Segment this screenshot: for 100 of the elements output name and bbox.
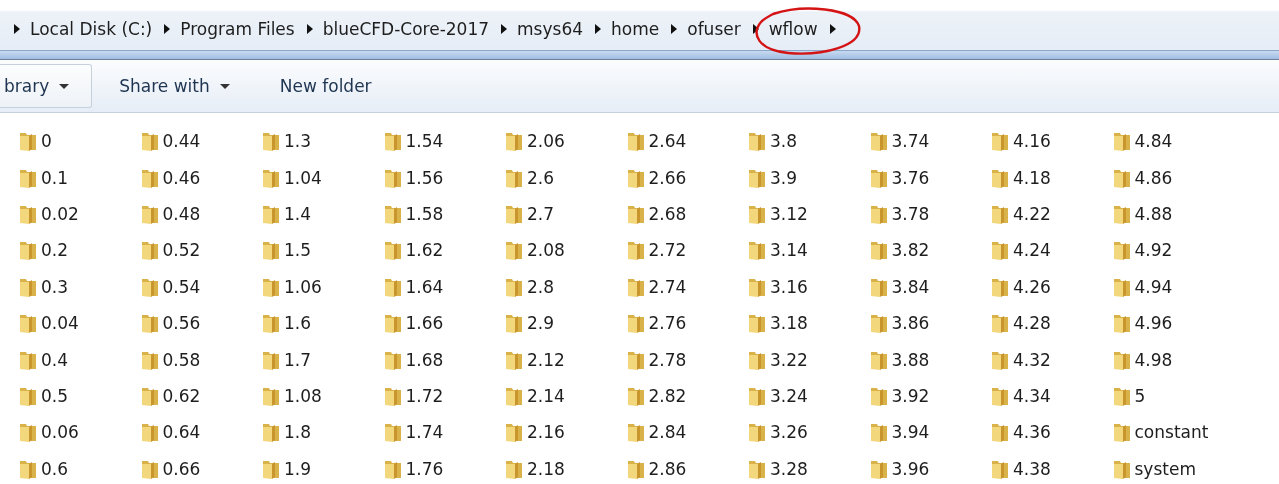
folder-icon[interactable] [990, 421, 1010, 444]
folder-name[interactable]: 4.36 [1013, 422, 1051, 443]
folder-icon[interactable] [868, 130, 889, 153]
folder-name[interactable]: 0.58 [162, 349, 201, 370]
folder-name[interactable]: 3.88 [891, 349, 930, 370]
folder-icon[interactable] [18, 239, 38, 262]
folder-name[interactable]: 2.84 [648, 422, 687, 443]
folder-name[interactable]: 2.14 [527, 385, 565, 406]
folder-icon[interactable] [747, 130, 767, 153]
folder-name[interactable]: 1.62 [405, 240, 444, 261]
folder-name[interactable]: 2.8 [527, 276, 555, 297]
folder-name[interactable]: 3.12 [770, 203, 808, 224]
folder-name[interactable]: 4.94 [1134, 276, 1173, 297]
folder-name[interactable]: 2.12 [527, 349, 565, 370]
folder-name[interactable]: 3.28 [770, 458, 808, 479]
breadcrumb-link[interactable]: ofuser [687, 19, 741, 39]
folder-icon[interactable] [139, 239, 160, 262]
folder-icon[interactable] [18, 421, 38, 444]
folder-name[interactable]: 4.24 [1013, 240, 1051, 261]
folder-name[interactable]: 3.74 [891, 131, 930, 152]
arrow-icon[interactable] [14, 24, 20, 34]
folder-name[interactable]: 2.74 [648, 276, 687, 297]
folder-name[interactable]: 0.6 [41, 458, 69, 479]
folder-name[interactable]: 0.64 [162, 422, 201, 443]
folder-name[interactable]: 3.9 [770, 167, 798, 188]
folder-icon[interactable] [504, 239, 524, 262]
folder-name[interactable]: 0.46 [162, 167, 201, 188]
folder-icon[interactable] [625, 312, 646, 335]
folder-name[interactable]: 2.9 [527, 313, 555, 334]
folder-name[interactable]: 0.66 [162, 458, 201, 479]
folder-name[interactable]: 1.6 [284, 313, 312, 334]
folder-name[interactable]: 0.06 [41, 422, 79, 443]
folder-name[interactable]: 4.16 [1013, 131, 1051, 152]
folder-name[interactable]: 3.22 [770, 349, 808, 370]
folder-name[interactable]: system [1134, 458, 1196, 479]
folder-name[interactable]: 2.66 [648, 167, 687, 188]
folder-icon[interactable] [382, 239, 403, 262]
folder-icon[interactable] [382, 421, 403, 444]
folder-icon[interactable] [1111, 421, 1132, 444]
folder-name[interactable]: 0.54 [162, 276, 201, 297]
folder-icon[interactable] [261, 239, 281, 262]
folder-icon[interactable] [990, 130, 1010, 153]
folder-name[interactable]: 0.48 [162, 203, 201, 224]
folder-icon[interactable] [504, 421, 524, 444]
arrow-icon[interactable] [501, 24, 508, 34]
folder-icon[interactable] [747, 421, 767, 444]
toolbar-button[interactable]: brary [0, 64, 93, 108]
folder-name[interactable]: 1.56 [405, 167, 444, 188]
folder-icon[interactable] [139, 421, 160, 444]
folder-name[interactable]: 4.86 [1134, 167, 1173, 188]
folder-name[interactable]: 3.8 [770, 131, 798, 152]
folder-name[interactable]: 1.72 [405, 385, 444, 406]
folder-icon[interactable] [625, 421, 646, 444]
arrow-icon[interactable] [671, 24, 678, 34]
folder-icon[interactable] [504, 130, 524, 153]
folder-name[interactable]: 0.02 [41, 203, 79, 224]
folder-icon[interactable] [990, 239, 1010, 262]
folder-name[interactable]: 0.2 [41, 240, 69, 261]
folder-name[interactable]: 5 [1134, 385, 1146, 406]
folder-icon[interactable] [868, 312, 889, 335]
folder-icon[interactable] [868, 239, 889, 262]
folder-name[interactable]: 2.76 [648, 313, 687, 334]
folder-name[interactable]: 0.5 [41, 385, 69, 406]
folder-icon[interactable] [747, 239, 767, 262]
folder-icon[interactable] [868, 421, 889, 444]
folder-icon[interactable] [1111, 239, 1132, 262]
folder-name[interactable]: 1.04 [284, 167, 322, 188]
folder-name[interactable]: 0.62 [162, 385, 201, 406]
folder-name[interactable]: 4.84 [1134, 131, 1173, 152]
folder-name[interactable]: 1.66 [405, 313, 444, 334]
folder-name[interactable]: constant [1134, 422, 1209, 443]
folder-icon[interactable] [261, 130, 281, 153]
folder-name[interactable]: 2.06 [527, 131, 565, 152]
breadcrumb-link[interactable]: blueCFD-Core-2017 [322, 19, 490, 39]
folder-name[interactable]: 0.3 [41, 276, 69, 297]
folder-name[interactable]: 3.14 [770, 240, 808, 261]
folder-name[interactable]: 1.8 [284, 422, 312, 443]
folder-name[interactable]: 2.08 [527, 240, 565, 261]
folder-name[interactable]: 2.6 [527, 167, 555, 188]
folder-icon[interactable] [990, 312, 1010, 335]
folder-icon[interactable] [382, 312, 403, 335]
folder-name[interactable]: 0 [41, 131, 52, 152]
folder-name[interactable]: 4.26 [1013, 276, 1051, 297]
folder-name[interactable]: 4.18 [1013, 167, 1051, 188]
folder-icon[interactable] [382, 130, 403, 153]
folder-name[interactable]: 3.76 [891, 167, 930, 188]
folder-icon[interactable] [139, 312, 160, 335]
folder-name[interactable]: 0.56 [162, 313, 201, 334]
folder-icon[interactable] [747, 312, 767, 335]
folder-name[interactable]: 4.88 [1134, 203, 1173, 224]
folder-icon[interactable] [625, 130, 646, 153]
breadcrumb-link[interactable]: wflow [768, 19, 818, 39]
folder-name[interactable]: 1.3 [284, 131, 312, 152]
folder-name[interactable]: 2.72 [648, 240, 687, 261]
folder-name[interactable]: 0.4 [41, 349, 69, 370]
breadcrumb-link[interactable]: home [611, 19, 660, 39]
folder-name[interactable]: 2.18 [527, 458, 565, 479]
breadcrumb-link[interactable]: Local Disk (C:) [30, 19, 153, 39]
folder-icon[interactable] [261, 421, 281, 444]
folder-name[interactable]: 1.7 [284, 349, 312, 370]
